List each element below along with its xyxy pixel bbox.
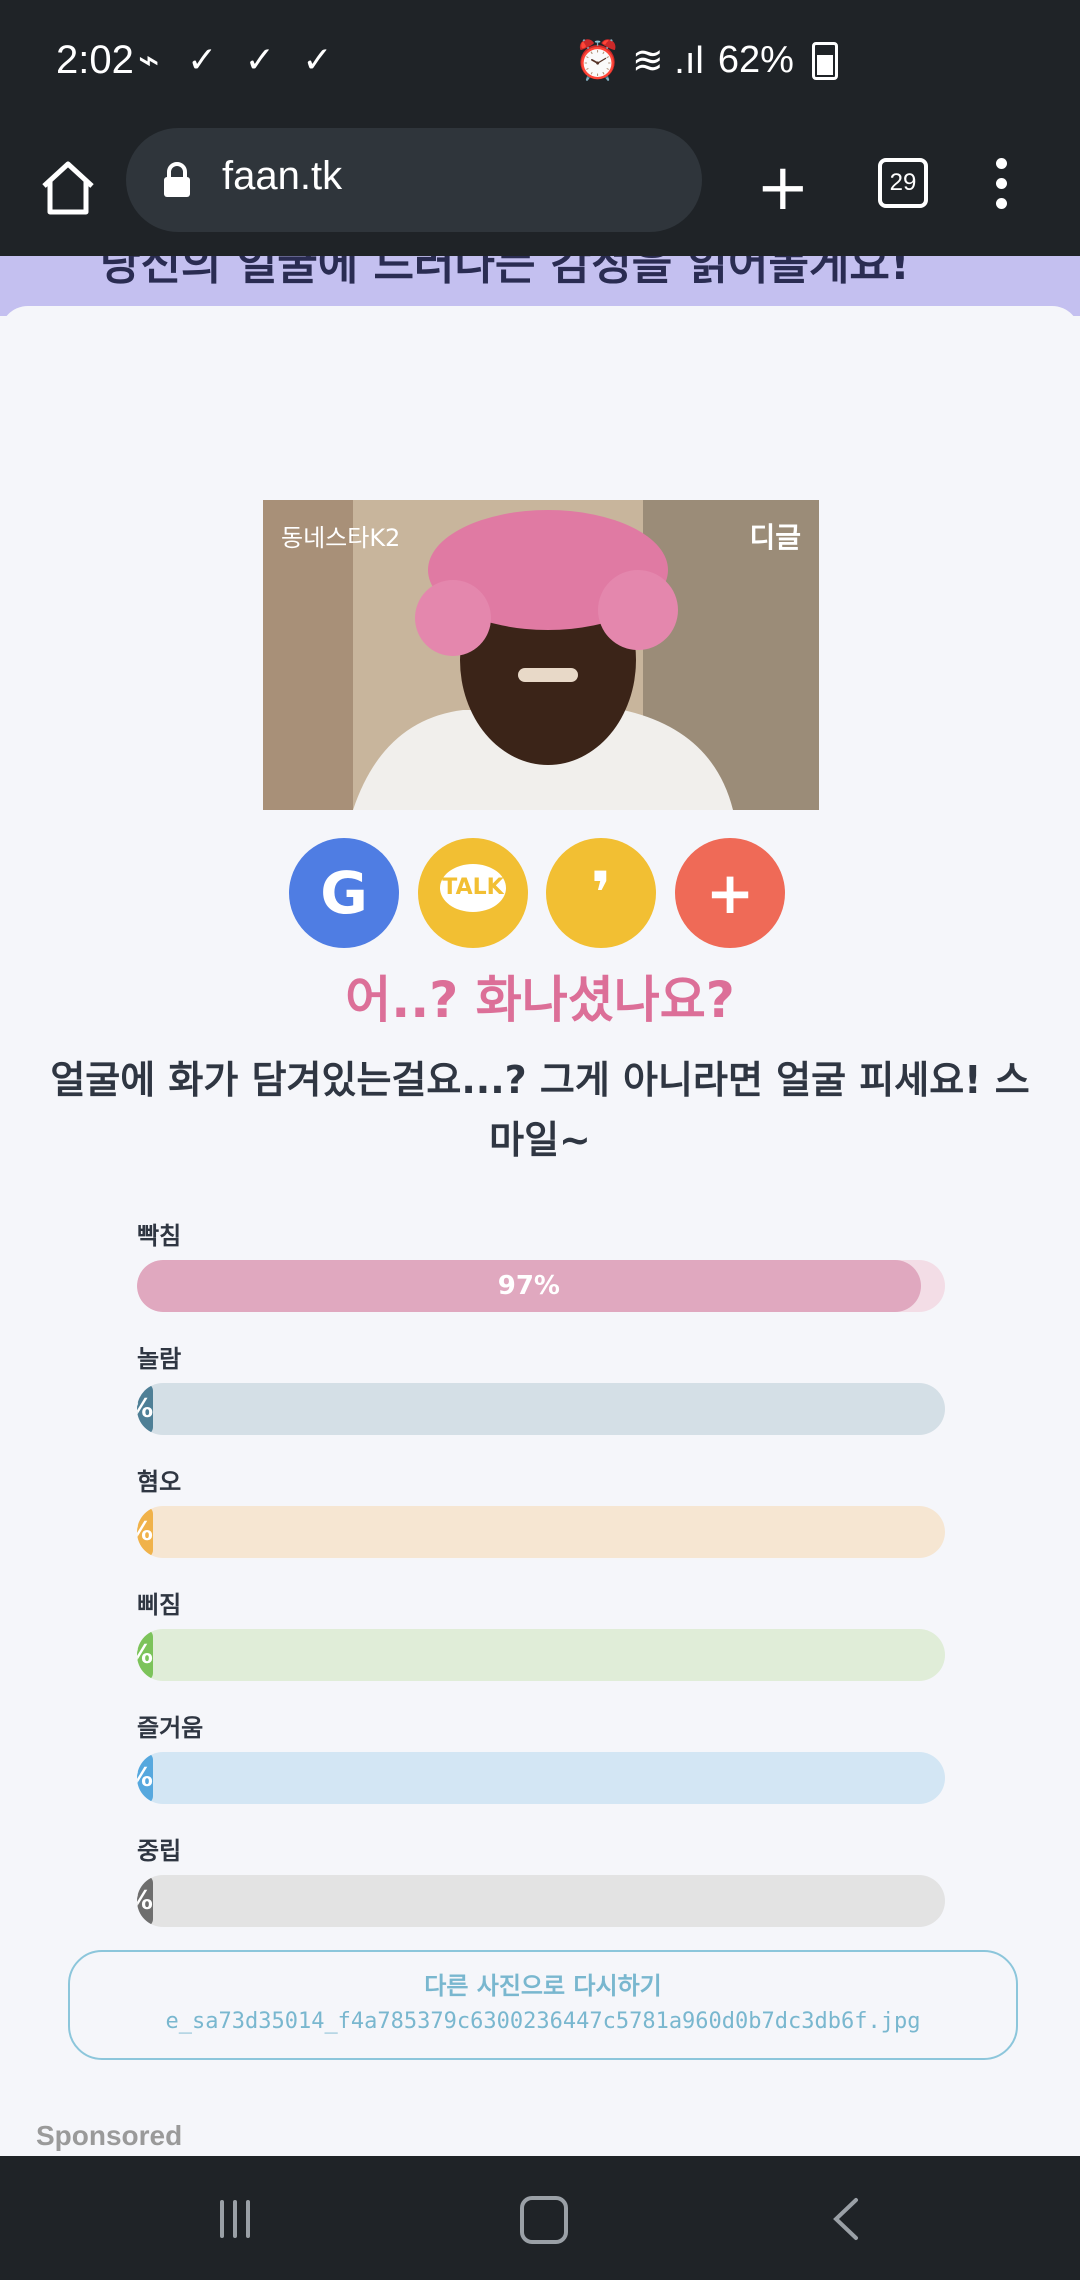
page-heading: 당신의 얼굴에 드러나는 감정을 읽어볼게요! — [100, 256, 910, 290]
system-status-icons: ⏰ ≋ .ıl — [574, 40, 704, 82]
share-kakaotalk-button[interactable]: TALK — [418, 838, 528, 948]
emotion-fill: 0% — [137, 1752, 153, 1804]
emotion-label: 삐짐 — [137, 1591, 182, 1619]
recent-apps-icon[interactable] — [220, 2200, 260, 2240]
retry-label: 다른 사진으로 다시하기 — [424, 1972, 662, 2000]
result-description: 얼굴에 화가 담겨있는걸요...? 그게 아니라면 얼굴 피세요! 스마일~ — [50, 1058, 1030, 1162]
home-button-icon[interactable] — [520, 2196, 568, 2244]
sponsored-label: Sponsored — [36, 2120, 183, 2151]
battery-percent: 62% — [717, 39, 794, 81]
photo-filename: e_sa73d35014_f4a785379c6300236447c5781a9… — [165, 2009, 921, 2034]
status-time: 2:02 — [56, 38, 134, 82]
share-google-button[interactable]: G — [289, 838, 399, 948]
address-bar[interactable]: faan.tk — [126, 128, 702, 232]
kakaostory-icon: ❜ — [590, 859, 612, 927]
url-text: faan.tk — [222, 154, 343, 198]
plus-icon: + — [705, 859, 755, 927]
lock-icon — [164, 162, 190, 197]
emotion-fill: 0% — [137, 1875, 153, 1927]
emotion-bars: 빡침 97% 놀람 2% 혐오 0% 삐짐 0% 즐거움 0% 중립 0% — [137, 1210, 945, 1948]
notification-icons: ⌁ ✓ ✓ ✓ — [138, 40, 341, 81]
emotion-fill: 0% — [137, 1629, 153, 1681]
emotion-track: 0% — [137, 1875, 945, 1927]
retry-with-another-photo-button[interactable]: 다른 사진으로 다시하기 e_sa73d35014_f4a785379c6300… — [68, 1950, 1018, 2060]
emotion-label: 즐거움 — [137, 1714, 204, 1742]
emotion-row: 혐오 0% — [137, 1456, 945, 1579]
emotion-label: 혐오 — [137, 1468, 182, 1496]
emotion-track: 0% — [137, 1752, 945, 1804]
emotion-row: 삐짐 0% — [137, 1579, 945, 1702]
emotion-track: 0% — [137, 1506, 945, 1558]
share-more-button[interactable]: + — [675, 838, 785, 948]
uploaded-photo: 동네스타K2 디글 — [263, 500, 819, 810]
kakaotalk-label: TALK — [442, 875, 504, 900]
emotion-label: 놀람 — [137, 1345, 182, 1373]
emotion-row: 놀람 2% — [137, 1333, 945, 1456]
photo-watermark-left: 동네스타K2 — [281, 524, 401, 552]
system-navigation-bar — [0, 2156, 1080, 2280]
emotion-row: 빡침 97% — [137, 1210, 945, 1333]
browser-toolbar: faan.tk + 29 — [0, 128, 1080, 256]
emotion-row: 중립 0% — [137, 1825, 945, 1948]
emotion-label: 빡침 — [137, 1222, 182, 1250]
status-right-group: ⏰ ≋ .ıl 62% — [574, 38, 838, 83]
emotion-fill: 2% — [137, 1383, 154, 1435]
emotion-fill: 97% — [137, 1260, 921, 1312]
new-tab-icon[interactable]: + — [756, 156, 810, 220]
emotion-fill: 0% — [137, 1506, 153, 1558]
emotion-track: 0% — [137, 1629, 945, 1681]
share-kakaostory-button[interactable]: ❜ — [546, 838, 656, 948]
share-buttons: G TALK ❜ + — [289, 838, 789, 948]
overflow-menu-icon[interactable] — [996, 158, 1008, 218]
emotion-track: 97% — [137, 1260, 945, 1312]
home-icon[interactable] — [36, 156, 100, 220]
tab-switcher-icon[interactable]: 29 — [878, 158, 928, 208]
result-title: 어..? 화나셨나요? — [345, 971, 735, 1029]
emotion-track: 2% — [137, 1383, 945, 1435]
emotion-row: 즐거움 0% — [137, 1702, 945, 1825]
battery-icon — [811, 41, 838, 80]
status-bar: 2:02 ⌁ ✓ ✓ ✓ ⏰ ≋ .ıl 62% — [0, 0, 1080, 128]
photo-watermark-right: 디글 — [749, 521, 801, 554]
google-icon: G — [320, 859, 368, 927]
emotion-label: 중립 — [137, 1837, 182, 1865]
back-icon[interactable] — [826, 2194, 866, 2244]
